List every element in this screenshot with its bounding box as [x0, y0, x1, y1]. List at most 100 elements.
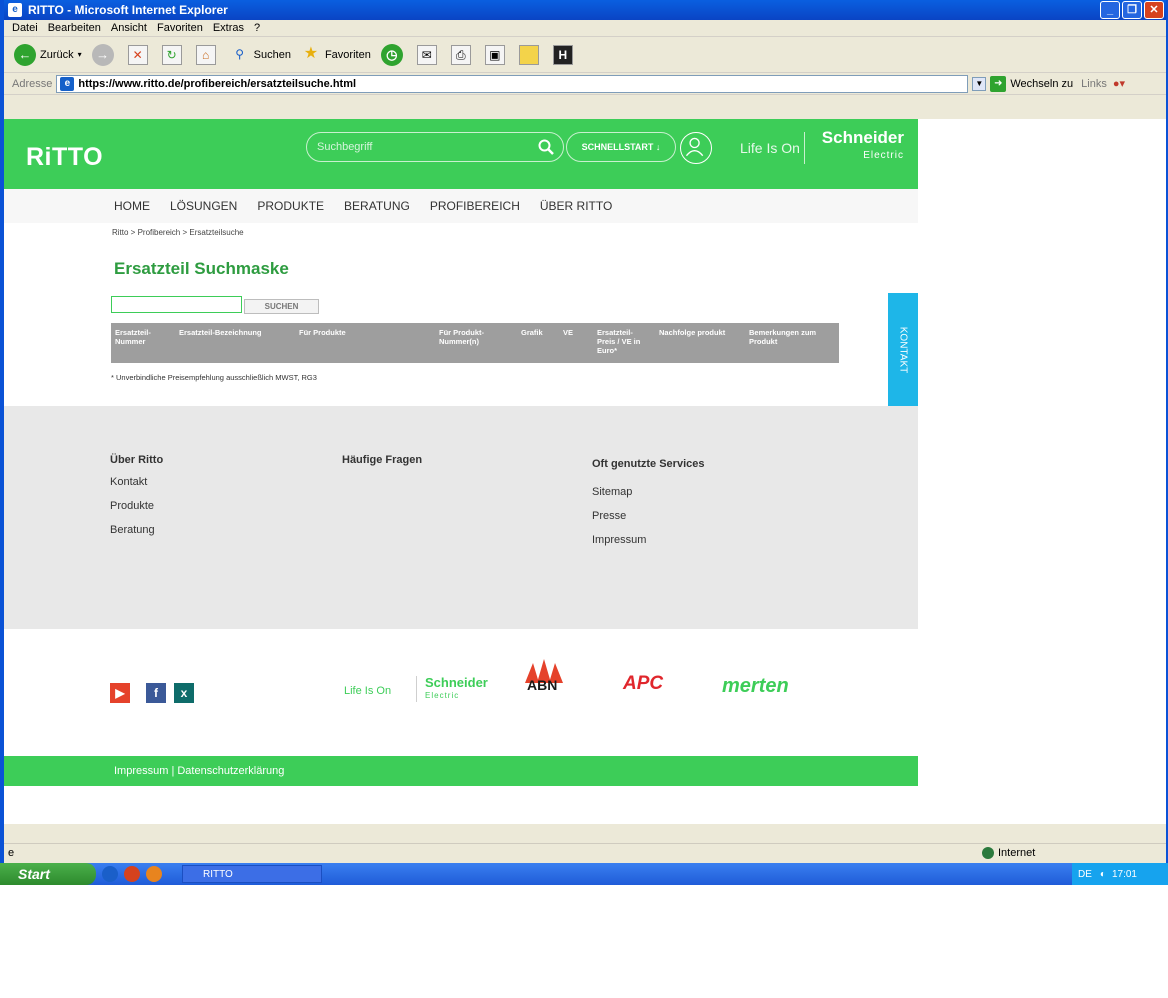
- legal-links[interactable]: Impressum | Datenschutzerklärung: [114, 765, 284, 777]
- schneider-sub-text: Electric: [863, 150, 904, 161]
- xing-icon[interactable]: x: [174, 683, 194, 703]
- favorites-button[interactable]: ★ Favoriten: [301, 45, 371, 65]
- ie-quicklaunch-icon[interactable]: [102, 866, 118, 882]
- nav-ueber-ritto[interactable]: ÜBER RITTO: [540, 199, 612, 213]
- translate-icon[interactable]: ●▾: [1113, 77, 1125, 90]
- address-url: https://www.ritto.de/profibereich/ersatz…: [78, 77, 357, 90]
- site-footer: Über Ritto Kontakt Produkte Beratung Häu…: [4, 406, 918, 629]
- page-viewport: RiTTO Suchbegriff SCHNELLSTART ↓ Life Is…: [4, 119, 1166, 824]
- merten-logo[interactable]: merten: [722, 675, 789, 698]
- address-dropdown-icon[interactable]: ▼: [972, 76, 987, 91]
- footer-head-about[interactable]: Über Ritto: [110, 454, 163, 466]
- price-footnote: * Unverbindliche Preisempfehlung ausschl…: [111, 373, 317, 382]
- links-label[interactable]: Links: [1081, 78, 1107, 90]
- main-nav: HOME LÖSUNGEN PRODUKTE BERATUNG PROFIBER…: [4, 189, 918, 223]
- footer-link-sitemap[interactable]: Sitemap: [592, 486, 704, 498]
- page-icon: e: [60, 76, 75, 91]
- title-bar: e RITTO - Microsoft Internet Explorer _ …: [4, 0, 1166, 20]
- close-button[interactable]: ✕: [1144, 1, 1164, 19]
- mail-icon: ✉: [416, 44, 437, 65]
- user-icon[interactable]: [680, 132, 712, 164]
- menu-help[interactable]: ?: [254, 22, 260, 34]
- menu-ansicht[interactable]: Ansicht: [111, 22, 147, 34]
- mail-button[interactable]: ✉: [416, 44, 441, 65]
- address-input[interactable]: e https://www.ritto.de/profibereich/ersa…: [56, 74, 969, 93]
- edit-button[interactable]: ▣: [484, 44, 509, 65]
- maximize-button[interactable]: ❐: [1122, 1, 1142, 19]
- opera-quicklaunch-icon[interactable]: [124, 866, 140, 882]
- kontakt-label: KONTAKT: [897, 326, 909, 374]
- footer-link-beratung[interactable]: Beratung: [110, 524, 163, 536]
- go-arrow-icon[interactable]: ➜: [990, 75, 1007, 92]
- forward-arrow-icon: →: [91, 43, 114, 66]
- footer-col-faq: Häufige Fragen: [342, 454, 422, 476]
- footer-head-faq[interactable]: Häufige Fragen: [342, 454, 422, 466]
- language-indicator[interactable]: DE: [1078, 869, 1092, 880]
- abn-logo[interactable]: ABN: [521, 659, 567, 693]
- schnellstart-button[interactable]: SCHNELLSTART ↓: [566, 132, 676, 162]
- home-button[interactable]: ⌂: [195, 44, 220, 65]
- site-header: RiTTO Suchbegriff SCHNELLSTART ↓ Life Is…: [4, 119, 918, 189]
- ritto-logo[interactable]: RiTTO: [26, 143, 103, 172]
- nav-loesungen[interactable]: LÖSUNGEN: [170, 199, 237, 213]
- table-header: Ersatzteil-Nummer: [115, 328, 151, 346]
- schneider-text: Schneider: [821, 128, 904, 147]
- globe-icon: [982, 846, 994, 859]
- menu-bearbeiten[interactable]: Bearbeiten: [48, 22, 101, 34]
- nav-beratung[interactable]: BERATUNG: [344, 199, 410, 213]
- start-button[interactable]: Start: [0, 863, 96, 885]
- zone-label: Internet: [998, 846, 1036, 859]
- page-status-icon: e: [8, 846, 15, 859]
- home-icon: ⌂: [195, 44, 216, 65]
- menu-extras[interactable]: Extras: [213, 22, 244, 34]
- footer-link-produkte[interactable]: Produkte: [110, 500, 163, 512]
- firefox-quicklaunch-icon[interactable]: [146, 866, 162, 882]
- messenger-button[interactable]: H: [552, 44, 577, 65]
- go-button[interactable]: Wechseln zu: [1010, 78, 1073, 90]
- stop-button[interactable]: ✕: [127, 44, 152, 65]
- kontakt-tab[interactable]: KONTAKT: [888, 293, 918, 407]
- menu-datei[interactable]: Datei: [12, 22, 38, 34]
- minimize-button[interactable]: _: [1100, 1, 1120, 19]
- footer-head-services: Oft genutzte Services: [592, 458, 705, 470]
- footer-link-impressum[interactable]: Impressum: [592, 534, 704, 546]
- apc-logo[interactable]: APC: [623, 673, 663, 695]
- spare-part-input[interactable]: [111, 296, 242, 313]
- footer-link-kontakt[interactable]: Kontakt: [110, 476, 163, 488]
- address-label: Adresse: [12, 77, 53, 90]
- footer-col-services: Oft genutzte Services Sitemap Presse Imp…: [592, 458, 704, 558]
- window-title: RITTO - Microsoft Internet Explorer: [28, 3, 228, 17]
- results-table: Ersatzteil-Nummer Ersatzteil-Bezeichnung…: [111, 323, 839, 363]
- life-is-on-brand[interactable]: Life Is On: [344, 685, 391, 697]
- history-button[interactable]: ◷: [380, 43, 407, 66]
- back-dropdown-icon[interactable]: ▾: [78, 50, 82, 59]
- search-toolbar-button[interactable]: ⚲ Suchen: [230, 45, 291, 65]
- search-icon[interactable]: [537, 138, 555, 156]
- back-arrow-icon: ←: [14, 43, 36, 66]
- speaker-icon[interactable]: ◐: [1100, 869, 1106, 880]
- suchen-button[interactable]: SUCHEN: [244, 299, 319, 314]
- back-button[interactable]: ← Zurück ▾: [14, 43, 82, 66]
- life-is-on-label: Life Is On: [740, 140, 800, 156]
- legal-bar: Impressum | Datenschutzerklärung: [4, 756, 918, 786]
- facebook-icon[interactable]: f: [146, 683, 166, 703]
- nav-profibereich[interactable]: PROFIBEREICH: [430, 199, 520, 213]
- menu-favoriten[interactable]: Favoriten: [157, 22, 203, 34]
- table-header: Ersatzteil-Bezeichnung: [179, 328, 262, 337]
- table-header: VE: [563, 328, 574, 337]
- nav-home[interactable]: HOME: [114, 199, 150, 213]
- taskbar-item-ritto[interactable]: RITTO: [182, 865, 322, 883]
- breadcrumb[interactable]: Ritto > Profibereich > Ersatzteilsuche: [112, 228, 244, 237]
- forward-button[interactable]: →: [91, 43, 118, 66]
- folder-button[interactable]: [518, 44, 543, 65]
- h-icon: H: [552, 44, 573, 65]
- schneider-logo[interactable]: Schneider Electric: [816, 129, 904, 165]
- nav-produkte[interactable]: PRODUKTE: [257, 199, 324, 213]
- print-button[interactable]: ⎙: [450, 44, 475, 65]
- schneider-brand-logo[interactable]: Schneider Electric: [416, 676, 488, 702]
- footer-col-about: Über Ritto Kontakt Produkte Beratung: [110, 454, 163, 548]
- youtube-icon[interactable]: ▶: [110, 683, 130, 703]
- refresh-button[interactable]: ↻: [161, 44, 186, 65]
- site-search-input[interactable]: Suchbegriff: [306, 132, 564, 162]
- footer-link-presse[interactable]: Presse: [592, 510, 704, 522]
